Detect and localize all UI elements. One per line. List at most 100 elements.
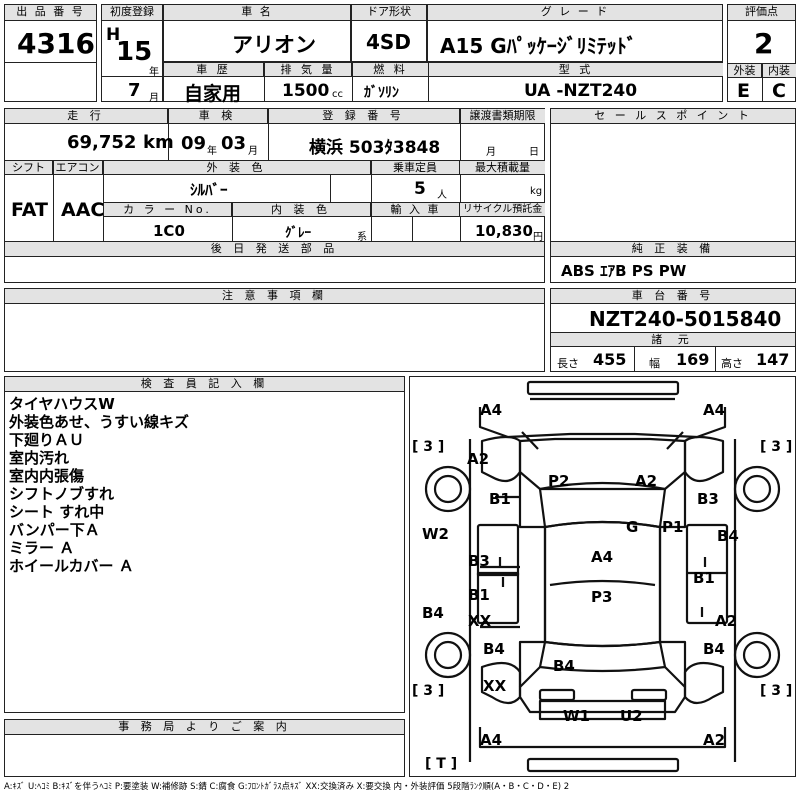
info-grid: 走 行 車 検 登 録 番 号 譲渡書類期限 69,752 km 09 年 03… bbox=[4, 108, 545, 243]
ac: AAC bbox=[61, 199, 105, 221]
shift: FAT bbox=[11, 199, 48, 221]
grade-box: グ レ ー ド A15 Gﾊﾟｯｹｰｼﾞﾘﾐﾃｯﾄﾞ bbox=[427, 4, 723, 62]
mileage-unit: km bbox=[143, 132, 174, 153]
office-label: 事 務 局 よ り ご 案 内 bbox=[5, 720, 404, 735]
ac-label: エアコン bbox=[53, 161, 103, 175]
damage-mark-left-rear-door: B1 bbox=[468, 586, 490, 604]
damage-mark-left-rear-lower: XX bbox=[483, 677, 507, 695]
length-label: 長さ bbox=[557, 357, 579, 370]
damage-mark-left-front-door: B3 bbox=[468, 552, 490, 570]
model: UA -NZT240 bbox=[524, 81, 638, 101]
plate: 横浜 503ﾀ3848 bbox=[309, 138, 441, 158]
height-label: 高さ bbox=[721, 357, 743, 370]
inspector-note: ミラー Ａ bbox=[9, 539, 75, 557]
capacity: 5 bbox=[414, 179, 426, 199]
damage-mark-rear-bumper-right: A2 bbox=[703, 731, 726, 749]
damage-mark-hood-left: P2 bbox=[548, 472, 570, 490]
score-box: 評価点 2 外装 内装 E C bbox=[727, 4, 796, 102]
car-name-label: 車 名 bbox=[164, 5, 350, 21]
tire-front-right: [ 3 ] bbox=[760, 439, 793, 455]
load-label: 最大積載量 bbox=[460, 161, 545, 175]
height: 147 bbox=[756, 350, 790, 369]
tire-rear-right: [ 3 ] bbox=[760, 683, 793, 699]
transfer-label: 譲渡書類期限 bbox=[460, 109, 545, 124]
equipment-box: 純 正 装 備 ABS ｴｱB PS PW bbox=[550, 241, 796, 283]
damage-mark-roof-front: A4 bbox=[591, 548, 614, 566]
chassis-label: 車 台 番 号 bbox=[551, 289, 795, 304]
door-type: 4SD bbox=[366, 30, 411, 54]
sales-point-label: セ ー ル ス ポ イ ン ト bbox=[551, 109, 795, 124]
history-label: 車 歴 bbox=[164, 63, 264, 77]
color-label: 外 装 色 bbox=[103, 161, 371, 175]
mileage-label: 走 行 bbox=[5, 109, 168, 124]
transfer-month: 月 bbox=[486, 147, 496, 158]
later-parts-label: 後 日 発 送 部 品 bbox=[5, 242, 544, 257]
notes-label: 注 意 事 項 欄 bbox=[5, 289, 544, 304]
inspector-note: バンパー下Ａ bbox=[9, 521, 100, 539]
notes-box: 注 意 事 項 欄 bbox=[4, 288, 545, 372]
damage-mark-left-rocker: B4 bbox=[422, 604, 444, 622]
inspector-box: 検 査 員 記 入 欄 タイヤハウスW 外装色あせ、うすい線キズ 下廻りＡＵ 室… bbox=[4, 376, 405, 713]
inspect-label: 車 検 bbox=[168, 109, 268, 124]
model-label: 型 式 bbox=[429, 63, 723, 77]
reg-month-unit: 月 bbox=[149, 93, 159, 104]
load-unit: kg bbox=[530, 186, 543, 197]
damage-mark-left-rear-quarter: B4 bbox=[483, 640, 505, 658]
inspector-note: 室内内張傷 bbox=[9, 467, 85, 485]
damage-mark-rear-bumper-left: A4 bbox=[480, 731, 503, 749]
car-name-box: 車 名 アリオン bbox=[163, 4, 351, 62]
import-label: 輸 入 車 bbox=[372, 203, 460, 217]
plate-label: 登 録 番 号 bbox=[268, 109, 460, 124]
later-parts-box: 後 日 発 送 部 品 bbox=[4, 241, 545, 283]
damage-mark-rear-left: W1 bbox=[563, 707, 590, 725]
ext-score: E bbox=[737, 80, 750, 102]
inspect-year: 09 bbox=[181, 133, 207, 154]
colorno-label: カ ラ ー No. bbox=[104, 203, 232, 217]
int-label: 内装 bbox=[762, 64, 796, 78]
door-box: ドア形状 4SD bbox=[351, 4, 427, 62]
damage-mark-right-front-fender: B3 bbox=[697, 490, 719, 508]
score: 2 bbox=[754, 27, 774, 60]
dims-label: 諸 元 bbox=[551, 333, 795, 347]
ext-label: 外装 bbox=[728, 64, 762, 78]
disp-unit: cc bbox=[332, 89, 343, 100]
inspector-note: 外装色あせ、うすい線キズ bbox=[9, 413, 190, 431]
damage-mark-left-side: W2 bbox=[422, 525, 449, 543]
reg-month: 7 bbox=[128, 80, 141, 101]
damage-mark-left-front-fender: A2 bbox=[467, 450, 490, 468]
damage-mark-hood-right: A2 bbox=[635, 472, 658, 490]
inspector-label: 検 査 員 記 入 欄 bbox=[5, 377, 404, 392]
damage-mark-left-rear-door-lower: XX bbox=[468, 612, 492, 630]
mileage: 69,752 bbox=[67, 132, 137, 153]
first-reg-box: 初度登録 H 15 年 7 月 bbox=[101, 4, 163, 104]
sales-point-box: セ ー ル ス ポ イ ン ト bbox=[550, 108, 796, 242]
first-reg-label: 初度登録 bbox=[102, 5, 162, 21]
recycle-fee: 10,830 bbox=[475, 222, 533, 240]
inspector-note: シート すれ中 bbox=[9, 503, 105, 521]
equipment: ABS ｴｱB PS PW bbox=[561, 262, 687, 280]
inspector-note: タイヤハウスW bbox=[9, 395, 115, 413]
inspector-note: シフトノブすれ bbox=[9, 485, 115, 503]
damage-mark-roof-rear: P3 bbox=[591, 588, 613, 606]
legend: A:ｷｽﾞ U:ﾍｺﾐ B:ｷｽﾞを伴うﾍｺﾐ P:要塗装 W:補修跡 S:錆 … bbox=[4, 782, 570, 792]
damage-mark-left-front-fender-lower: B1 bbox=[489, 490, 511, 508]
equipment-label: 純 正 装 備 bbox=[551, 242, 795, 257]
lot-box: 出 品 番 号 4316 bbox=[4, 4, 97, 102]
width: 169 bbox=[676, 350, 710, 369]
tire-rear-left: [ 3 ] bbox=[412, 683, 445, 699]
score-label: 評価点 bbox=[728, 5, 795, 21]
trunk-tire: [ T ] bbox=[425, 756, 458, 772]
intcolor-label: 内 装 色 bbox=[232, 203, 371, 217]
capacity-unit: 人 bbox=[437, 190, 447, 201]
recycle-label: リサイクル預託金 bbox=[460, 203, 545, 217]
damage-mark-right-pillar: P1 bbox=[662, 518, 684, 536]
shift-label: シフト bbox=[5, 161, 53, 175]
damage-mark-right-front-door: B4 bbox=[717, 527, 739, 545]
transfer-day: 日 bbox=[529, 147, 539, 158]
damage-mark-trunk-lid: B4 bbox=[553, 657, 575, 675]
damage-mark-right-rear-fender: B4 bbox=[703, 640, 725, 658]
grade: A15 Gﾊﾟｯｹｰｼﾞﾘﾐﾃｯﾄﾞ bbox=[440, 34, 637, 58]
disp-label: 排 気 量 bbox=[265, 63, 352, 77]
car-name: アリオン bbox=[232, 33, 316, 57]
damage-mark-right-rear-quarter: A2 bbox=[715, 612, 738, 630]
